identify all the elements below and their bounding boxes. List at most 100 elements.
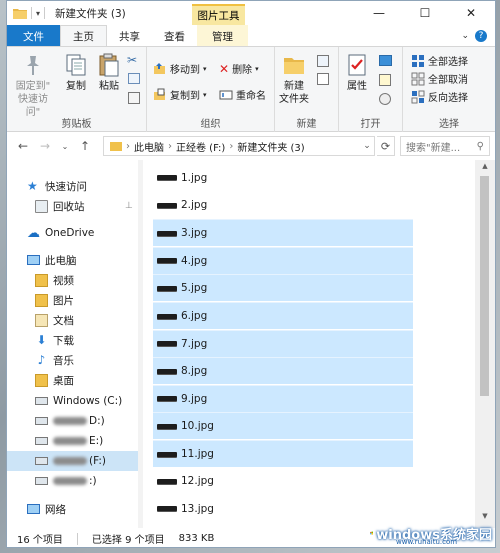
file-name: 3.jpg <box>181 227 208 240</box>
nav-onedrive[interactable]: ☁ OneDrive <box>7 223 138 243</box>
forward-icon[interactable]: → <box>37 139 53 153</box>
customize-toolbar-icon[interactable]: ▾ <box>36 9 40 18</box>
nav-downloads[interactable]: ⬇ 下载 <box>7 330 138 350</box>
search-box[interactable]: 搜索"新建... ⚲ <box>400 136 490 156</box>
file-item[interactable]: 6.jpg <box>153 302 413 329</box>
nav-network[interactable]: 网络 <box>7 499 138 519</box>
edit-icon[interactable] <box>379 74 391 86</box>
file-item[interactable]: 7.jpg <box>153 329 413 357</box>
redacted-label <box>53 477 87 485</box>
cloud-icon: ☁ <box>27 225 40 241</box>
file-list-scrollbar[interactable]: ▲ ▼ <box>475 160 495 528</box>
file-item[interactable]: 10.jpg <box>153 412 413 440</box>
up-icon[interactable]: ↑ <box>77 139 93 153</box>
cut-icon[interactable]: ✂ <box>127 53 137 67</box>
breadcrumb-this-pc[interactable]: 此电脑 <box>134 139 164 154</box>
select-none-button[interactable]: 全部取消 <box>411 71 468 86</box>
easy-access-icon[interactable] <box>317 73 329 85</box>
file-item[interactable]: 12.jpg <box>153 468 413 495</box>
address-dropdown-icon[interactable]: ⌄ <box>359 136 375 156</box>
file-item[interactable]: 1.jpg <box>153 164 413 191</box>
rename-label: 重命名 <box>236 91 266 102</box>
nav-music[interactable]: ♪ 音乐 <box>7 350 138 370</box>
open-icon[interactable] <box>379 55 392 66</box>
redacted-label <box>53 437 87 445</box>
copy-button[interactable]: 复制 <box>61 53 91 93</box>
properties-label: 属性 <box>347 81 367 92</box>
breadcrumb-current-folder[interactable]: 新建文件夹 (3) <box>237 139 304 154</box>
new-item-icon[interactable] <box>317 55 329 67</box>
file-item[interactable]: 5.jpg <box>153 274 413 302</box>
back-icon[interactable]: ← <box>15 139 31 153</box>
nav-documents[interactable]: 文档 <box>7 310 138 330</box>
paste-button[interactable]: 粘贴 <box>95 53 123 93</box>
tab-file[interactable]: 文件 <box>7 25 60 47</box>
delete-button[interactable]: ✕ 删除 ▾ <box>219 61 259 77</box>
history-icon[interactable] <box>379 93 391 105</box>
nav-quick-access[interactable]: ★ 快速访问 <box>7 176 138 196</box>
move-to-button[interactable]: 移动到 ▾ <box>153 61 207 76</box>
nav-pictures[interactable]: 图片 <box>7 290 138 310</box>
computer-icon <box>27 255 40 265</box>
new-folder-icon <box>284 58 304 74</box>
recent-locations-icon[interactable]: ⌄ <box>57 142 73 151</box>
nav-pane-scrollbar[interactable] <box>138 160 143 528</box>
file-item[interactable]: 11.jpg <box>153 440 413 467</box>
refresh-button[interactable]: ⟳ <box>377 136 395 156</box>
image-thumbnail-icon <box>157 285 177 291</box>
nav-windows-c[interactable]: Windows (C:) <box>7 391 138 411</box>
nav-recycle-bin[interactable]: 回收站 ⊥ <box>7 196 138 216</box>
status-divider <box>76 532 78 545</box>
breadcrumb-drive-f[interactable]: 正经卷 (F:) <box>176 139 225 154</box>
image-thumbnail-icon <box>157 341 177 347</box>
tab-view[interactable]: 查看 <box>152 25 197 47</box>
nav-this-pc[interactable]: 此电脑 <box>7 250 138 270</box>
pin-label-line1: 固定到" <box>15 81 51 92</box>
desktop-folder-icon <box>35 373 48 387</box>
pin-to-quick-access-button[interactable]: 固定到" 快速访问" <box>11 53 55 119</box>
folder-icon[interactable] <box>13 7 27 19</box>
ribbon: 固定到" 快速访问" 复制 粘贴 ✂ 剪贴板 移动到 ▾ 复制到 ▾ ✕ 删除 … <box>7 46 495 133</box>
paste-shortcut-icon[interactable] <box>128 92 140 104</box>
watermark-url: www.ruhaitu.com <box>396 538 458 546</box>
properties-button[interactable]: 属性 <box>343 53 371 93</box>
file-item[interactable]: 2.jpg <box>153 192 413 219</box>
file-name: 8.jpg <box>181 365 208 378</box>
collapse-ribbon-icon[interactable]: ⌄ <box>461 31 469 41</box>
navigation-pane: ★ 快速访问 回收站 ⊥ ☁ OneDrive 此电脑 视频 图片 文档 ⬇ 下… <box>7 160 143 528</box>
file-name: 12.jpg <box>181 475 214 488</box>
help-icon[interactable]: ? <box>475 30 487 42</box>
new-folder-button[interactable]: 新建 文件夹 <box>277 53 311 106</box>
file-item[interactable]: 9.jpg <box>153 384 413 412</box>
scrollbar-thumb[interactable] <box>480 176 489 396</box>
system-drive-icon <box>35 397 48 405</box>
delete-icon: ✕ <box>219 61 230 76</box>
copy-path-icon[interactable] <box>128 73 140 84</box>
file-item[interactable]: 3.jpg <box>153 219 413 247</box>
nav-drive-e[interactable]: E:) <box>7 431 138 451</box>
rename-button[interactable]: 重命名 <box>219 87 266 102</box>
nav-videos[interactable]: 视频 <box>7 270 138 290</box>
maximize-button[interactable]: ☐ <box>405 1 445 25</box>
image-thumbnail-icon <box>157 175 177 180</box>
tab-manage[interactable]: 管理 <box>197 25 248 47</box>
invert-selection-button[interactable]: 反向选择 <box>411 89 468 104</box>
image-thumbnail-icon <box>157 506 177 512</box>
nav-drive-d[interactable]: D:) <box>7 411 138 431</box>
file-item[interactable]: 4.jpg <box>153 246 413 274</box>
close-button[interactable]: ✕ <box>451 1 491 25</box>
tab-home[interactable]: 主页 <box>60 25 107 47</box>
scroll-up-icon[interactable]: ▲ <box>475 162 495 176</box>
nav-desktop[interactable]: 桌面 <box>7 370 138 390</box>
nav-recycle-bin-label: 回收站 <box>53 200 85 213</box>
tab-share[interactable]: 共享 <box>107 25 152 47</box>
drive-icon <box>35 417 48 425</box>
address-bar[interactable]: › 此电脑 › 正经卷 (F:) › 新建文件夹 (3) <box>103 136 375 156</box>
nav-drive-g[interactable]: :) <box>7 471 138 491</box>
redacted-label <box>53 457 87 465</box>
copy-to-button[interactable]: 复制到 ▾ <box>153 87 207 102</box>
nav-drive-f[interactable]: (F:) <box>7 451 138 471</box>
file-item[interactable]: 8.jpg <box>153 357 413 385</box>
minimize-button[interactable]: — <box>359 1 399 25</box>
select-all-button[interactable]: 全部选择 <box>411 53 468 68</box>
